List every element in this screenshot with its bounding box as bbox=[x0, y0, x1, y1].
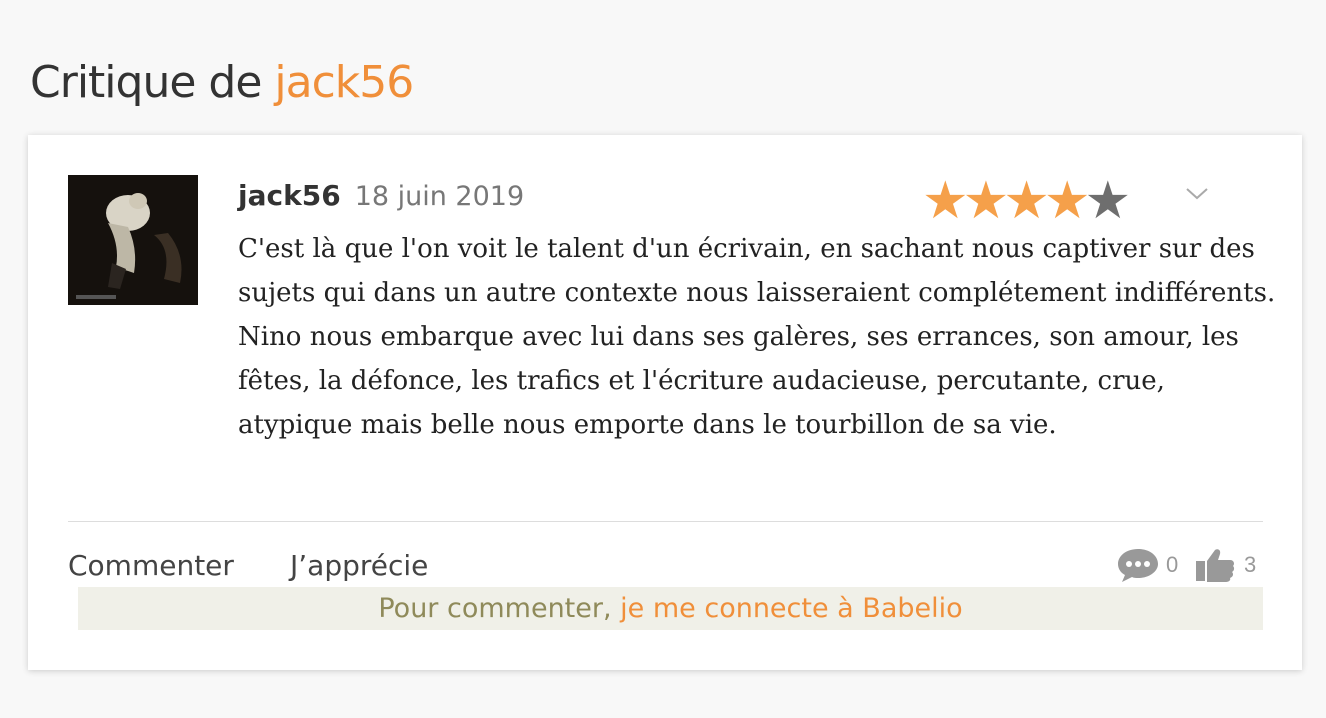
speech-bubble-icon bbox=[1118, 549, 1158, 582]
thumbs-up-icon bbox=[1196, 549, 1235, 582]
like-count: 3 bbox=[1244, 552, 1257, 577]
review-header: jack56 18 juin 2019 bbox=[238, 179, 524, 212]
comment-counter[interactable]: 0 bbox=[1116, 547, 1178, 583]
page-title-prefix: Critique de bbox=[30, 57, 275, 109]
like-counter[interactable]: 3 bbox=[1194, 547, 1256, 583]
star-empty-icon: ★ bbox=[1084, 172, 1132, 230]
review-text: C'est là que l'on voit le talent d'un éc… bbox=[238, 227, 1278, 447]
review-paragraph: C'est là que l'on voit le talent d'un éc… bbox=[238, 234, 1276, 308]
comment-button[interactable]: Commenter bbox=[68, 549, 234, 582]
like-button[interactable]: J’apprécie bbox=[290, 549, 428, 582]
review-card: jack56 18 juin 2019 ★★★★★ C'est là que l'… bbox=[28, 135, 1302, 670]
rating-stars: ★★★★★ bbox=[922, 172, 1132, 230]
page-title-user-link[interactable]: jack56 bbox=[274, 57, 414, 108]
login-link[interactable]: je me connecte à Babelio bbox=[620, 593, 962, 624]
star-filled-icon: ★ bbox=[1043, 172, 1091, 230]
divider bbox=[68, 521, 1263, 522]
chevron-down-icon[interactable] bbox=[1186, 183, 1208, 205]
avatar-image bbox=[68, 175, 198, 305]
page-title: Critique de jack56 bbox=[30, 57, 414, 109]
star-filled-icon: ★ bbox=[962, 172, 1010, 230]
review-author-link[interactable]: jack56 bbox=[238, 179, 341, 212]
login-prompt: Pour commenter, je me connecte à Babelio bbox=[78, 587, 1263, 630]
star-filled-icon: ★ bbox=[922, 172, 969, 230]
review-paragraph: Nino nous embarque avec lui dans ses gal… bbox=[238, 322, 1239, 440]
comment-count: 0 bbox=[1166, 552, 1179, 577]
login-prompt-text: Pour commenter, bbox=[378, 593, 621, 624]
avatar[interactable] bbox=[68, 175, 198, 305]
star-filled-icon: ★ bbox=[1003, 172, 1050, 230]
review-date: 18 juin 2019 bbox=[354, 181, 525, 212]
